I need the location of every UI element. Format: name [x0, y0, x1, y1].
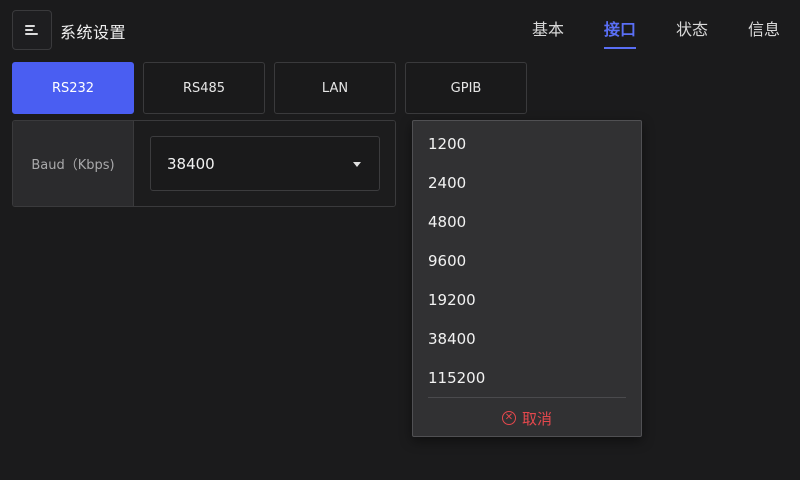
interface-tab-gpib[interactable]: GPIB	[405, 62, 527, 114]
tab-basic[interactable]: 基本	[512, 0, 584, 56]
dropdown-option[interactable]: 1200	[413, 124, 641, 163]
active-tab-indicator	[604, 47, 636, 49]
cancel-label: 取消	[521, 409, 552, 428]
baud-select[interactable]: 38400	[150, 136, 380, 191]
interface-tab-bar: RS232 RS485 LAN GPIB	[12, 62, 527, 114]
tab-status[interactable]: 状态	[656, 0, 728, 56]
baud-label: Baud（Kbps)	[13, 121, 134, 206]
baud-dropdown-menu: 1200 2400 4800 9600 19200 38400 115200 ✕…	[412, 120, 642, 437]
menu-icon	[25, 25, 39, 35]
interface-tab-rs232[interactable]: RS232	[12, 62, 134, 114]
system-settings-screen: 系统设置 基本 接口 状态 信息 RS232 RS485 LAN GPIB Ba…	[0, 0, 800, 480]
baud-selected-value: 38400	[167, 154, 215, 173]
dropdown-option[interactable]: 38400	[413, 319, 641, 358]
baud-value-cell: 38400	[134, 121, 395, 206]
menu-button[interactable]	[12, 10, 52, 50]
dropdown-option[interactable]: 115200	[413, 358, 641, 397]
interface-tab-lan[interactable]: LAN	[274, 62, 396, 114]
dropdown-option[interactable]: 4800	[413, 202, 641, 241]
dropdown-divider	[428, 397, 626, 398]
tab-label: 状态	[675, 20, 708, 39]
tab-label: 接口	[603, 20, 636, 39]
interface-tab-rs485[interactable]: RS485	[143, 62, 265, 114]
page-title: 系统设置	[60, 23, 127, 42]
tab-info[interactable]: 信息	[728, 0, 800, 56]
cancel-button[interactable]: ✕ 取消	[413, 399, 641, 437]
close-circle-icon: ✕	[501, 411, 516, 425]
baud-setting-row: Baud（Kbps) 38400	[12, 120, 396, 207]
caret-down-icon	[353, 162, 361, 167]
dropdown-option[interactable]: 19200	[413, 280, 641, 319]
dropdown-option[interactable]: 9600	[413, 241, 641, 280]
tab-label: 基本	[531, 20, 564, 39]
top-tab-bar: 基本 接口 状态 信息	[512, 0, 800, 56]
tab-interface[interactable]: 接口	[584, 0, 656, 56]
tab-label: 信息	[747, 20, 780, 39]
dropdown-option[interactable]: 2400	[413, 163, 641, 202]
